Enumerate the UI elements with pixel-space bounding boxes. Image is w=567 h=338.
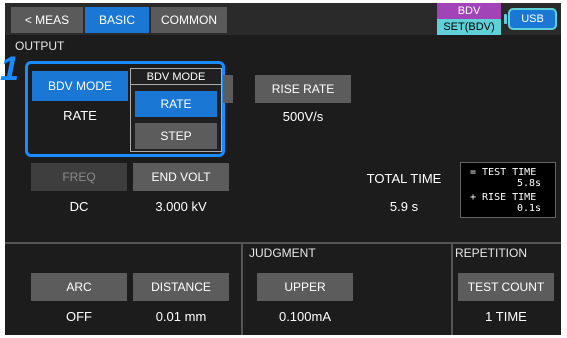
distance-value: 0.01 mm — [155, 309, 207, 324]
rise-time-label: + RISE TIME — [470, 192, 537, 203]
instrument-screen: < MEAS BASIC COMMON BDV SET(BDV) USB OUT… — [5, 3, 561, 335]
arc-value: OFF — [66, 309, 92, 324]
bottom-divider-2 — [451, 242, 453, 335]
judgment-section-label: JUDGMENT — [249, 246, 316, 260]
tab-common[interactable]: COMMON — [151, 7, 227, 33]
total-time-value: 5.9 s — [389, 199, 419, 214]
output-section-label: OUTPUT — [15, 39, 65, 53]
test-time-label: = TEST TIME — [470, 167, 537, 178]
test-count-button[interactable]: TEST COUNT — [458, 273, 554, 301]
set-bdv-status: SET(BDV) — [437, 19, 501, 35]
popup-title: BDV MODE — [131, 69, 221, 85]
freq-value: DC — [69, 199, 89, 214]
bdv-mode-button[interactable]: BDV MODE — [32, 71, 128, 101]
tab-basic[interactable]: BASIC — [85, 7, 149, 33]
upper-value: 0.100mA — [278, 309, 332, 324]
bdv-status: BDV — [437, 3, 501, 19]
repetition-section-label: REPETITION — [455, 246, 528, 260]
rise-time-value: 0.1s — [517, 203, 542, 214]
total-time-label: TOTAL TIME — [366, 171, 442, 186]
mode-status-indicator: BDV SET(BDV) — [437, 3, 501, 35]
distance-button[interactable]: DISTANCE — [133, 273, 229, 301]
bdv-mode-callout: BDV MODE RATE BDV MODE RATE STEP — [25, 61, 225, 157]
test-time-value: 5.8s — [517, 178, 542, 189]
upper-button[interactable]: UPPER — [257, 273, 353, 301]
time-breakdown-box: = TEST TIME 5.8s + RISE TIME 0.1s — [460, 162, 556, 218]
freq-button[interactable]: FREQ — [31, 163, 127, 191]
hidden-button-edge — [223, 75, 233, 103]
callout-step-number: 1 — [0, 50, 19, 88]
bottom-divider-1 — [241, 242, 243, 335]
arc-button[interactable]: ARC — [31, 273, 127, 301]
end-volt-button[interactable]: END VOLT — [133, 163, 229, 191]
rise-rate-value: 500V/s — [282, 109, 324, 124]
end-volt-value: 3.000 kV — [155, 199, 207, 214]
usb-badge: USB — [504, 8, 557, 30]
test-count-value: 1 TIME — [485, 309, 527, 324]
option-step[interactable]: STEP — [135, 123, 217, 149]
option-rate[interactable]: RATE — [135, 91, 217, 117]
bdv-mode-value: RATE — [63, 108, 97, 123]
tab-meas[interactable]: < MEAS — [11, 7, 83, 33]
top-bar: < MEAS BASIC COMMON BDV SET(BDV) USB — [5, 3, 561, 35]
rise-rate-button[interactable]: RISE RATE — [255, 75, 351, 103]
bdv-mode-popup: BDV MODE RATE STEP — [130, 68, 222, 152]
